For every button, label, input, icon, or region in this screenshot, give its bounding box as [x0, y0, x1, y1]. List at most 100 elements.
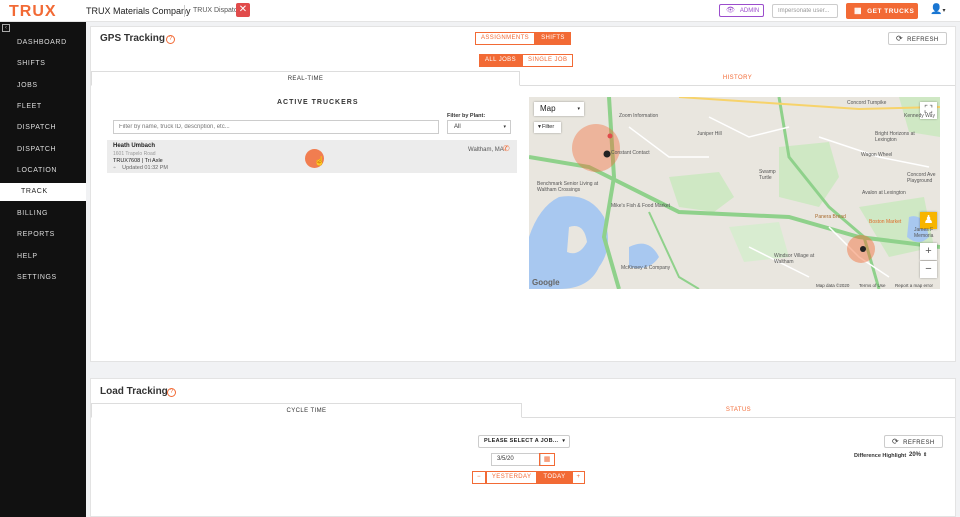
load-tabs: CYCLE TIME STATUS [91, 403, 955, 418]
google-logo: Google [532, 278, 560, 287]
help-icon[interactable]: ? [167, 388, 176, 397]
user-menu[interactable]: 👤▾ [930, 4, 945, 15]
gps-tracking-panel: GPS Tracking ? ASSIGNMENTS SHIFTS ALL JO… [90, 26, 956, 362]
map-label-turnpike: Concord Turnpike [847, 100, 887, 106]
chevron-down-icon: ▾ [503, 124, 506, 130]
sidebar: ‹ DASHBOARD SHIFTS JOBS FLEET DISPATCH D… [0, 22, 86, 517]
jobs-toggle: ALL JOBS SINGLE JOB [479, 54, 574, 67]
user-icon: 👤 [930, 4, 943, 15]
top-bar: TRUX TRUX Materials Company TRUX Dispatc… [0, 0, 960, 22]
shifts-toggle[interactable]: SHIFTS [535, 32, 571, 45]
refresh-button[interactable]: ⟳ REFRESH [888, 32, 947, 45]
assignments-toggle[interactable]: ASSIGNMENTS [475, 32, 536, 45]
sidebar-item-shifts[interactable]: SHIFTS [0, 55, 86, 73]
map-label-mckinsey: McKinsey & Company [621, 265, 671, 271]
map-label-concord: Concord Ave Playground [907, 172, 936, 184]
sidebar-item-dashboard[interactable]: DASHBOARD [0, 34, 86, 52]
previous-day-button[interactable]: − [472, 471, 486, 484]
next-day-button[interactable]: + [571, 471, 586, 484]
map-label-mike: Mike's Fish & Food Market [611, 203, 671, 209]
trucker-updated: ⌖ Updated 01:32 PM [113, 165, 168, 172]
map-label-windsor: Windsor Village at Waltham [774, 253, 815, 265]
tab-real-time[interactable]: REAL-TIME [91, 71, 520, 86]
sidebar-item-reports[interactable]: REPORTS [0, 226, 86, 244]
sidebar-item-fleet[interactable]: FLEET [0, 98, 86, 116]
map-label-wagon: Wagon Wheel [861, 152, 893, 158]
map-label-bright: Bright Horizons at Lexington [875, 131, 915, 143]
map-label-panera: Panera Bread [815, 214, 846, 220]
map-filter-button[interactable]: ▼Filter [534, 122, 561, 133]
trucker-row[interactable]: Heath Umbach 1601 Trapelo Road TRUX7608 … [107, 140, 517, 173]
yesterday-button[interactable]: YESTERDAY [485, 471, 538, 484]
refresh-label: REFRESH [907, 37, 939, 43]
map-filter-label: Filter [541, 124, 555, 130]
get-trucks-label: GET TRUCKS [867, 8, 915, 15]
date-input[interactable]: 3/5/20 [491, 453, 541, 466]
tab-status[interactable]: STATUS [522, 403, 955, 418]
calendar-icon[interactable]: ▦ [539, 453, 555, 466]
refresh-icon: ⟳ [892, 437, 900, 446]
map-label-zoom: Zoom Information [619, 113, 659, 119]
sidebar-item-dispatch-2[interactable]: DISPATCH [0, 141, 86, 159]
all-jobs-toggle[interactable]: ALL JOBS [479, 54, 522, 67]
chevron-down-icon: ▾ [942, 8, 946, 14]
eye-icon: 👁 [726, 7, 735, 14]
terms-link[interactable]: Terms of Use [859, 283, 886, 288]
map-label-james: James F Memoria [914, 227, 934, 239]
sidebar-item-settings[interactable]: SETTINGS [0, 269, 86, 287]
load-refresh-label: REFRESH [903, 440, 935, 446]
map-type-label: Map [540, 104, 556, 113]
active-truckers-heading: ACTIVE TRUCKERS [277, 99, 359, 106]
impersonate-user-input[interactable] [772, 4, 838, 18]
trucker-truck: TRUX7608 | Tri Axle [113, 158, 163, 164]
load-refresh-button[interactable]: ⟳ REFRESH [884, 435, 943, 448]
filter-plant-label: Filter by Plant: [447, 113, 486, 119]
chevron-down-icon: ▾ [562, 438, 566, 444]
calendar-icon: ▦ [854, 6, 863, 15]
tab-cycle-time[interactable]: CYCLE TIME [91, 403, 522, 418]
job-select-label: PLEASE SELECT A JOB... [484, 438, 559, 444]
map-type-select[interactable]: Map ▾ [534, 102, 584, 116]
sidebar-item-track[interactable]: TRACK [0, 183, 86, 201]
difference-highlight-select[interactable]: 20% ⇕ [909, 452, 927, 458]
single-job-toggle[interactable]: SINGLE JOB [522, 54, 574, 67]
sidebar-item-location[interactable]: LOCATION [0, 162, 86, 180]
view-toggle: ASSIGNMENTS SHIFTS [475, 32, 571, 45]
trucker-name: Heath Umbach [113, 143, 156, 149]
trux-logo[interactable]: TRUX [9, 3, 57, 21]
map-view[interactable]: Map ▾ ▼Filter ⛶ ♟ + − Zoom Information Ju… [529, 97, 940, 289]
map-data-credit: Map data ©2020 [816, 283, 850, 288]
admin-button[interactable]: 👁 ADMIN [719, 4, 764, 17]
refresh-icon: ⟳ [896, 34, 904, 43]
admin-label: ADMIN [739, 8, 760, 14]
plant-select[interactable]: All ▾ [447, 120, 511, 134]
trucker-address: 1601 Trapelo Road [113, 151, 156, 157]
sidebar-item-help[interactable]: HELP [0, 248, 86, 266]
tab-history[interactable]: HISTORY [520, 71, 955, 86]
gps-tabs: REAL-TIME HISTORY [91, 71, 955, 86]
difference-highlight-label: Difference Highlight [854, 453, 907, 459]
collapse-sidebar-icon[interactable]: ‹ [2, 24, 10, 32]
chevron-down-icon: ⇕ [923, 452, 928, 458]
sidebar-item-dispatch[interactable]: DISPATCH [0, 119, 86, 137]
trucker-location: Waltham, MA [468, 147, 504, 153]
dispatch-company-label: TRUX Dispatch [193, 7, 242, 14]
zoom-out-button[interactable]: − [920, 261, 937, 278]
trucker-search-input[interactable] [113, 120, 439, 134]
sidebar-item-jobs[interactable]: JOBS [0, 77, 86, 95]
get-trucks-button[interactable]: ▦ GET TRUCKS [846, 3, 918, 19]
job-select[interactable]: PLEASE SELECT A JOB... ▾ [478, 435, 570, 448]
zoom-in-button[interactable]: + [920, 243, 937, 260]
sidebar-item-billing[interactable]: BILLING [0, 205, 86, 223]
report-map-error-link[interactable]: Report a map error [895, 283, 933, 288]
phone-icon[interactable]: ✆ [503, 144, 510, 153]
help-icon[interactable]: ? [166, 35, 175, 44]
today-button[interactable]: TODAY [537, 471, 572, 484]
map-label-boston: Boston Market [869, 219, 902, 225]
close-dispatch-button[interactable]: ✕ [236, 3, 250, 17]
company-name: TRUX Materials Company [86, 6, 191, 16]
load-tracking-title: Load Tracking [100, 386, 168, 397]
map-label-constant: Constant Contact [611, 150, 650, 156]
difference-highlight-value: 20% [909, 452, 922, 458]
divider [184, 5, 185, 17]
